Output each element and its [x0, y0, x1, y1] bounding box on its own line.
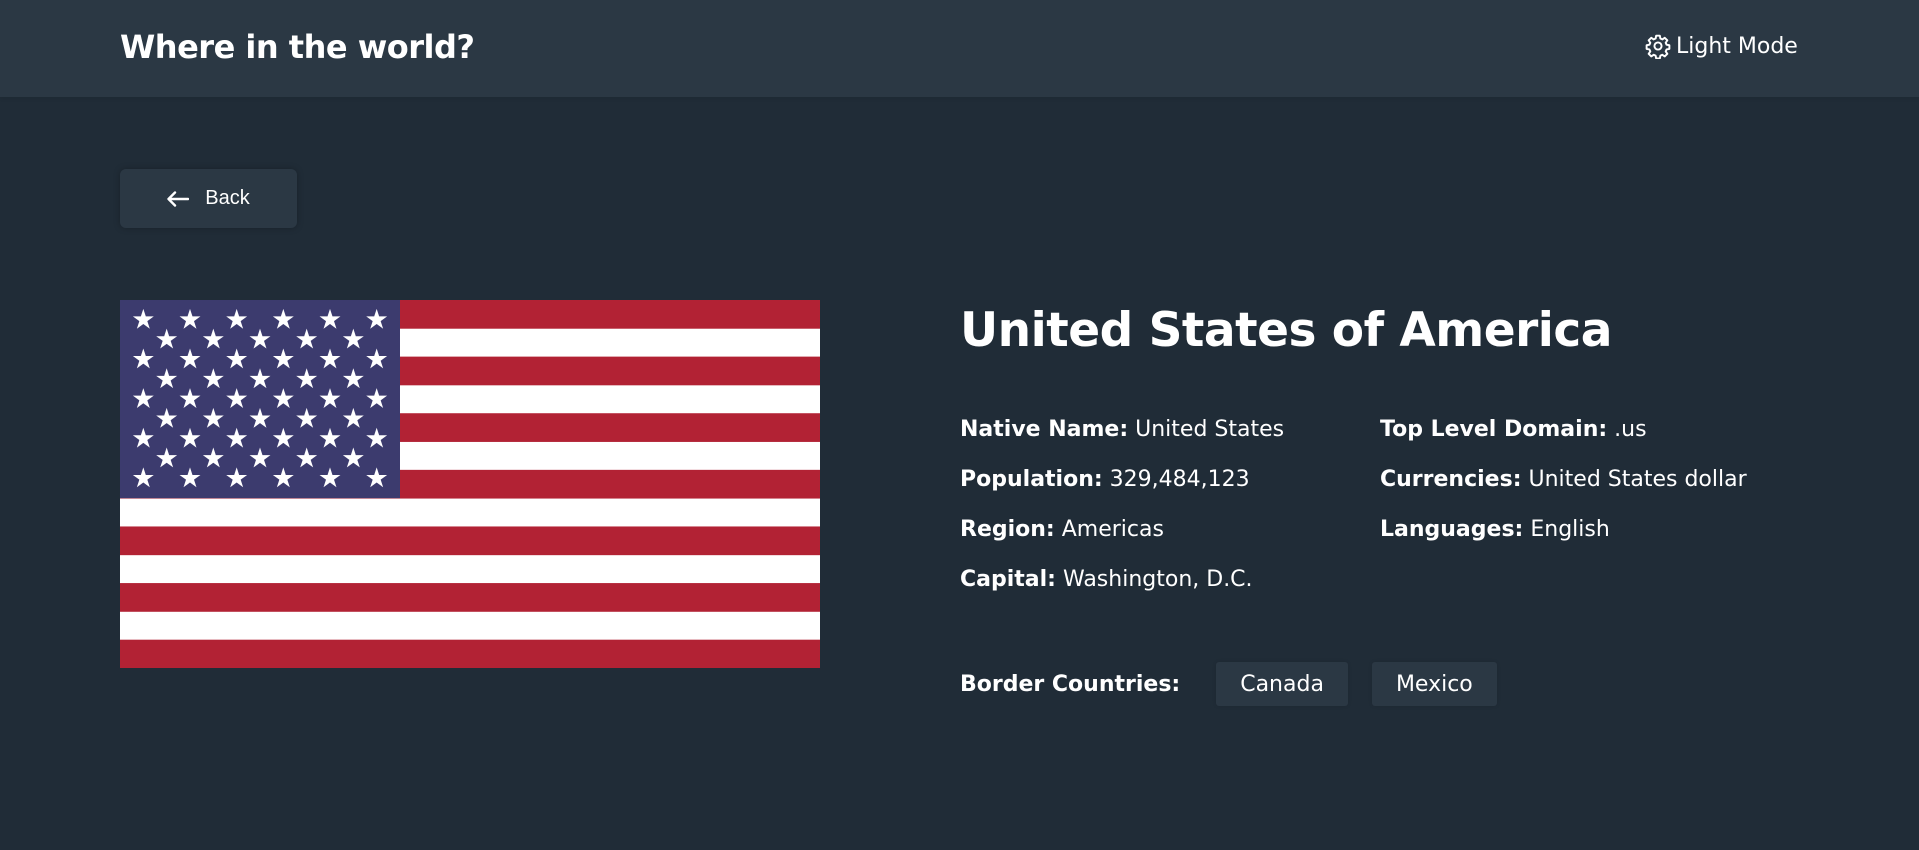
fact-region: Region: Americas: [960, 517, 1164, 542]
theme-toggle-label: Light Mode: [1676, 33, 1798, 59]
fact-capital: Capital: Washington, D.C.: [960, 567, 1253, 592]
fact-currencies: Currencies: United States dollar: [1380, 467, 1747, 492]
fact-top-level-domain: Top Level Domain: .us: [1380, 417, 1647, 442]
country-flag: [120, 300, 820, 668]
app-header: Where in the world? Light Mode: [0, 0, 1919, 97]
facts-secondary: Top Level Domain: .us Currencies: United…: [1380, 415, 1747, 565]
border-countries-label: Border Countries:: [960, 671, 1181, 697]
country-name: United States of America: [960, 303, 1613, 358]
back-button-label: Back: [205, 187, 250, 209]
facts-primary: Native Name: United States Population: 3…: [960, 415, 1284, 615]
border-country-mexico[interactable]: Mexico: [1371, 662, 1497, 706]
back-button[interactable]: Back: [120, 169, 297, 228]
app-title: Where in the world?: [120, 28, 475, 66]
arrow-left-icon: [167, 190, 190, 207]
border-countries: Border Countries: Canada Mexico: [960, 662, 1521, 706]
fact-native-name: Native Name: United States: [960, 417, 1285, 442]
fact-population: Population: 329,484,123: [960, 467, 1250, 492]
theme-toggle-button[interactable]: Light Mode: [1645, 33, 1798, 59]
fact-languages: Languages: English: [1380, 517, 1610, 542]
gear-icon: [1645, 33, 1671, 59]
border-country-canada[interactable]: Canada: [1216, 662, 1348, 706]
